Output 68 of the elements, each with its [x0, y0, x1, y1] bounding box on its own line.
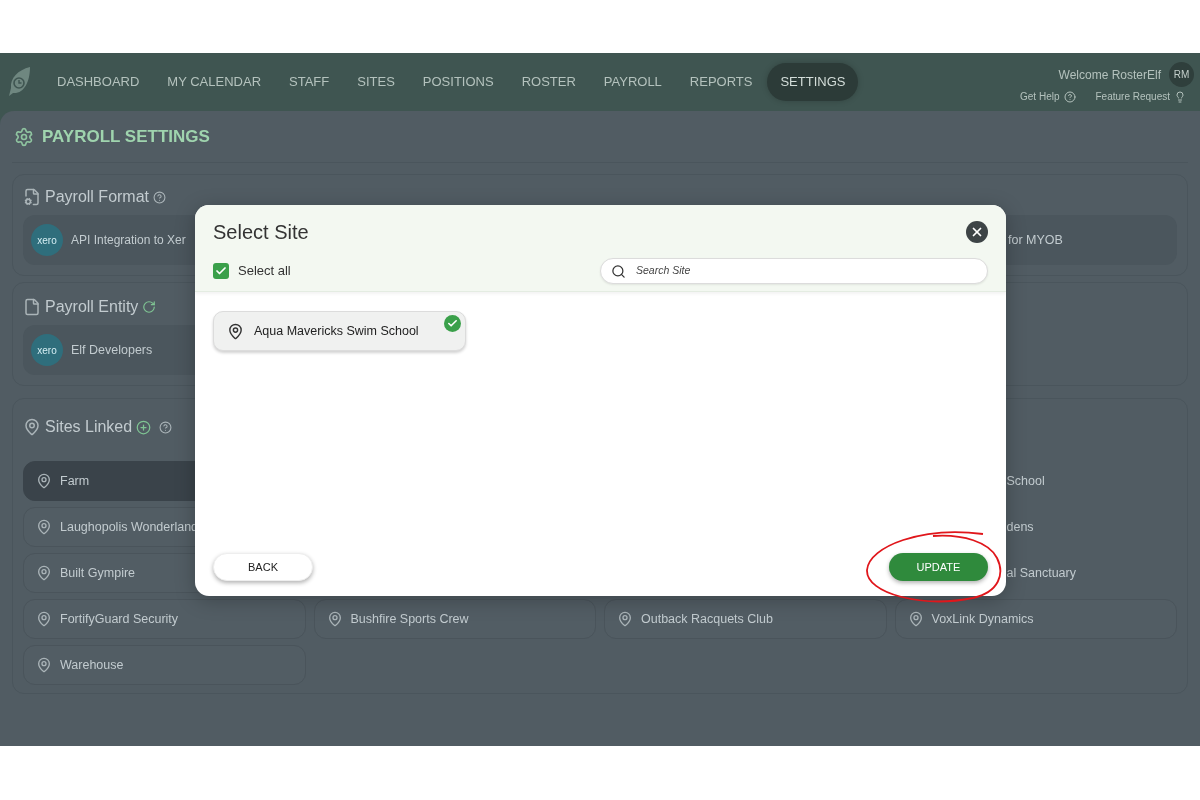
nav-tab[interactable]: SITES — [344, 63, 408, 101]
check-badge-icon — [444, 315, 461, 332]
update-button[interactable]: UPDATE — [889, 553, 988, 581]
close-icon — [970, 225, 984, 239]
site-item[interactable]: Bushfire Sports Crew — [313, 599, 596, 639]
site-name: VoxLink Dynamics — [931, 610, 1034, 628]
add-icon[interactable] — [136, 419, 152, 435]
site-item[interactable]: Outback Racquets Club — [604, 599, 887, 639]
nav-tab[interactable]: REPORTS — [676, 63, 766, 101]
nav-tab[interactable]: STAFF — [276, 63, 343, 101]
search-input[interactable]: Search Site — [636, 263, 987, 279]
site-item[interactable]: VoxLink Dynamics — [894, 599, 1177, 639]
entity-name: Elf Developers — [71, 341, 153, 359]
site-item[interactable]: FortifyGuard Security — [23, 599, 306, 639]
map-pin-icon — [326, 611, 343, 627]
nav-tab[interactable]: PAYROLL — [590, 63, 675, 101]
nav-tab[interactable]: ROSTER — [508, 63, 589, 101]
site-name: Bushfire Sports Crew — [350, 610, 469, 628]
nav-tab[interactable]: DASHBOARD — [44, 63, 153, 101]
site-name: Outback Racquets Club — [641, 610, 773, 628]
map-pin-icon — [36, 611, 52, 627]
map-pin-icon — [36, 519, 52, 535]
site-item[interactable]: Warehouse — [23, 645, 306, 685]
user-avatar[interactable]: RM — [1169, 62, 1194, 87]
help-icon — [153, 190, 167, 204]
map-pin-icon — [617, 611, 633, 627]
check-icon — [215, 265, 227, 277]
leaf-clock-logo[interactable] — [8, 66, 32, 98]
section-title: Sites Linked — [45, 417, 133, 437]
settings-icon — [14, 126, 34, 147]
back-button[interactable]: BACK — [213, 553, 313, 581]
map-pin-icon — [227, 322, 244, 340]
section-title: Payroll Entity — [45, 297, 139, 317]
option-label: API Integration to Xer — [71, 232, 186, 249]
nav-tab[interactable]: SETTINGS — [767, 63, 859, 101]
section-title: Payroll Format — [45, 187, 150, 207]
site-name: Farm — [60, 472, 90, 490]
file-gear-icon — [23, 188, 41, 206]
map-pin-icon — [907, 611, 924, 627]
map-pin-icon — [23, 418, 41, 436]
site-name: School — [1006, 472, 1045, 490]
close-button[interactable] — [966, 221, 988, 243]
site-chip[interactable]: Aqua Mavericks Swim School — [213, 311, 466, 351]
page-title: PAYROLL SETTINGS — [42, 125, 210, 148]
get-help-link[interactable]: Get Help — [1020, 89, 1076, 104]
search-icon — [611, 263, 626, 279]
search-field[interactable]: Search Site — [600, 258, 988, 284]
welcome-text: Welcome RosterElf — [1058, 66, 1161, 84]
site-name: FortifyGuard Security — [60, 610, 179, 628]
site-name: Built Gympire — [60, 564, 136, 582]
site-name: dens — [1006, 518, 1034, 536]
map-pin-icon — [36, 657, 52, 673]
site-name: Warehouse — [60, 656, 124, 674]
site-name: Laughopolis Wonderland — [60, 518, 199, 536]
nav-tab[interactable]: POSITIONS — [409, 63, 507, 101]
lightbulb-icon — [1174, 90, 1186, 103]
help-icon — [1063, 90, 1076, 103]
help-icon — [159, 420, 173, 434]
xero-logo: xero — [31, 334, 63, 366]
checkbox[interactable] — [213, 263, 229, 279]
file-icon — [23, 298, 41, 316]
site-name: al Sanctuary — [1006, 564, 1076, 582]
feature-request-link[interactable]: Feature Request — [1095, 89, 1186, 104]
nav-tab[interactable]: MY CALENDAR — [154, 63, 275, 101]
map-pin-icon — [36, 473, 52, 489]
xero-logo: xero — [31, 224, 63, 256]
refresh-icon[interactable] — [142, 300, 157, 314]
map-pin-icon — [36, 565, 52, 581]
